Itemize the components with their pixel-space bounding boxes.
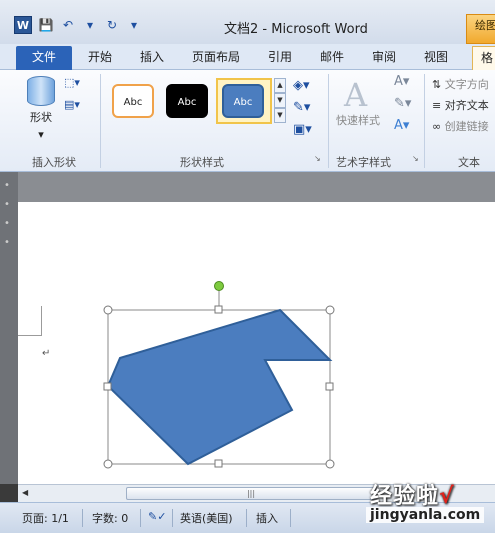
tab-format[interactable]: 格	[472, 46, 495, 71]
text-fill-icon[interactable]: A▾	[394, 74, 420, 96]
word-app-icon[interactable]: W	[14, 16, 32, 34]
wordart-launcher-icon[interactable]: ↘	[412, 154, 434, 170]
gallery-more-icon[interactable]: ▼	[274, 108, 286, 123]
tab-references[interactable]: 引用	[268, 48, 292, 68]
status-separator	[140, 509, 141, 527]
page-count[interactable]: 页面: 1/1	[22, 510, 69, 526]
watermark-url: jingyanla.com	[366, 507, 485, 523]
align-text-label: 对齐文本	[444, 99, 489, 112]
scroll-left-icon[interactable]: ◀	[22, 488, 28, 497]
tab-home[interactable]: 开始	[88, 48, 112, 68]
status-separator	[246, 509, 247, 527]
shape-styles-group-label: 形状样式	[180, 156, 224, 169]
status-separator	[172, 509, 173, 527]
resize-handle-bottom-left[interactable]	[103, 459, 113, 469]
resize-handle-top-left[interactable]	[103, 305, 113, 315]
text-box-icon[interactable]: ▤▾	[64, 98, 86, 114]
rotate-handle[interactable]	[214, 281, 224, 291]
tab-page-layout[interactable]: 页面布局	[192, 48, 240, 68]
text-group-label: 文本	[458, 156, 480, 169]
quick-access-toolbar: W 💾 ↶ ▾ ↻ ▾	[14, 16, 142, 34]
text-effects-icon[interactable]: A▾	[394, 118, 420, 140]
undo-dropdown-icon[interactable]: ▾	[82, 17, 98, 33]
shapes-dropdown-icon: ▾	[38, 128, 44, 141]
shape-styles-launcher-icon[interactable]: ↘	[314, 154, 336, 170]
title-bar: W 💾 ↶ ▾ ↻ ▾ 文档2 - Microsoft Word 绘图	[0, 0, 495, 44]
ribbon-tab-row: 文件 开始 插入 页面布局 引用 邮件 审阅 视图 格	[0, 44, 495, 71]
gallery-down-icon[interactable]: ▼	[274, 93, 286, 108]
watermark-check: √	[439, 484, 455, 509]
tab-review[interactable]: 审阅	[372, 48, 396, 68]
tab-view[interactable]: 视图	[424, 48, 448, 68]
align-text-icon: ≡	[432, 99, 442, 112]
resize-handle-top[interactable]	[214, 305, 223, 314]
arrow-shape[interactable]	[106, 308, 333, 466]
quick-styles-label[interactable]: 快速样式	[336, 112, 380, 128]
style-gallery-scroll: ▲ ▼ ▼	[274, 78, 286, 123]
shape-outline-icon[interactable]: ✎▾	[293, 100, 323, 122]
resize-handle-top-right[interactable]	[325, 305, 335, 315]
save-icon[interactable]: 💾	[38, 17, 54, 33]
document-area: • • • • ↵	[0, 172, 495, 484]
shapes-label: 形状	[30, 111, 52, 124]
create-link-button[interactable]: ∞ 创建链接	[432, 118, 489, 139]
proofing-icon[interactable]: ✎✓	[148, 510, 166, 523]
drawing-tools-context-tab: 绘图	[466, 14, 495, 44]
resize-handle-bottom-right[interactable]	[325, 459, 335, 469]
shape-format-tools: ◈▾ ✎▾ ▣▾	[293, 78, 323, 144]
tab-mailings[interactable]: 邮件	[320, 48, 344, 68]
wordart-quick-styles-icon[interactable]: A	[344, 76, 367, 114]
align-text-button[interactable]: ≡ 对齐文本	[432, 97, 489, 118]
text-direction-icon: ⇅	[432, 78, 442, 91]
text-direction-label: 文字方向	[444, 78, 489, 91]
group-separator	[424, 74, 425, 168]
wordart-group-label: 艺术字样式	[336, 156, 391, 169]
insert-shapes-group-label: 插入形状	[32, 156, 76, 169]
word-count[interactable]: 字数: 0	[92, 510, 128, 526]
status-separator	[82, 509, 83, 527]
shape-style-blue-fill[interactable]: Abc	[222, 84, 264, 118]
resize-handle-left[interactable]	[103, 382, 112, 391]
text-group-tools: ⇅ 文字方向 ≡ 对齐文本 ∞ 创建链接	[432, 76, 489, 139]
tab-insert[interactable]: 插入	[140, 48, 164, 68]
shape-style-black-fill[interactable]: Abc	[166, 84, 208, 118]
shape-effects-icon[interactable]: ▣▾	[293, 122, 323, 144]
wordart-tools: A▾ ✎▾ A▾	[394, 74, 420, 140]
language-indicator[interactable]: 英语(美国)	[180, 510, 233, 526]
redo-icon[interactable]: ↻	[104, 17, 120, 33]
watermark-logo: 经验啦√	[370, 478, 455, 510]
link-icon: ∞	[432, 120, 442, 133]
gallery-up-icon[interactable]: ▲	[274, 78, 286, 93]
text-outline-icon[interactable]: ✎▾	[394, 96, 420, 118]
scroll-thumb[interactable]: |||	[126, 487, 376, 500]
drawing-canvas	[103, 281, 335, 469]
shapes-icon	[27, 76, 55, 106]
tab-file[interactable]: 文件	[16, 46, 72, 70]
group-separator	[328, 74, 329, 168]
ribbon: 形状 ▾ ⬚▾ ▤▾ 插入形状 Abc Abc Abc ▲ ▼ ▼ ◈▾ ✎▾ …	[0, 70, 495, 172]
shapes-button[interactable]: 形状 ▾	[20, 76, 62, 141]
create-link-label: 创建链接	[444, 120, 489, 133]
undo-icon[interactable]: ↶	[60, 17, 76, 33]
edit-shape-icon[interactable]: ⬚▾	[64, 76, 86, 92]
resize-handle-bottom[interactable]	[214, 459, 223, 468]
insert-mode-indicator[interactable]: 插入	[256, 510, 278, 526]
shape-fill-icon[interactable]: ◈▾	[293, 78, 323, 100]
document-title: 文档2 - Microsoft Word	[224, 22, 368, 37]
text-direction-button[interactable]: ⇅ 文字方向	[432, 76, 489, 97]
status-separator	[290, 509, 291, 527]
watermark-text: 经验啦	[370, 484, 440, 509]
shape-style-orange-outline[interactable]: Abc	[112, 84, 154, 118]
resize-handle-right[interactable]	[325, 382, 334, 391]
group-separator	[100, 74, 101, 168]
customize-qat-icon[interactable]: ▾	[126, 17, 142, 33]
